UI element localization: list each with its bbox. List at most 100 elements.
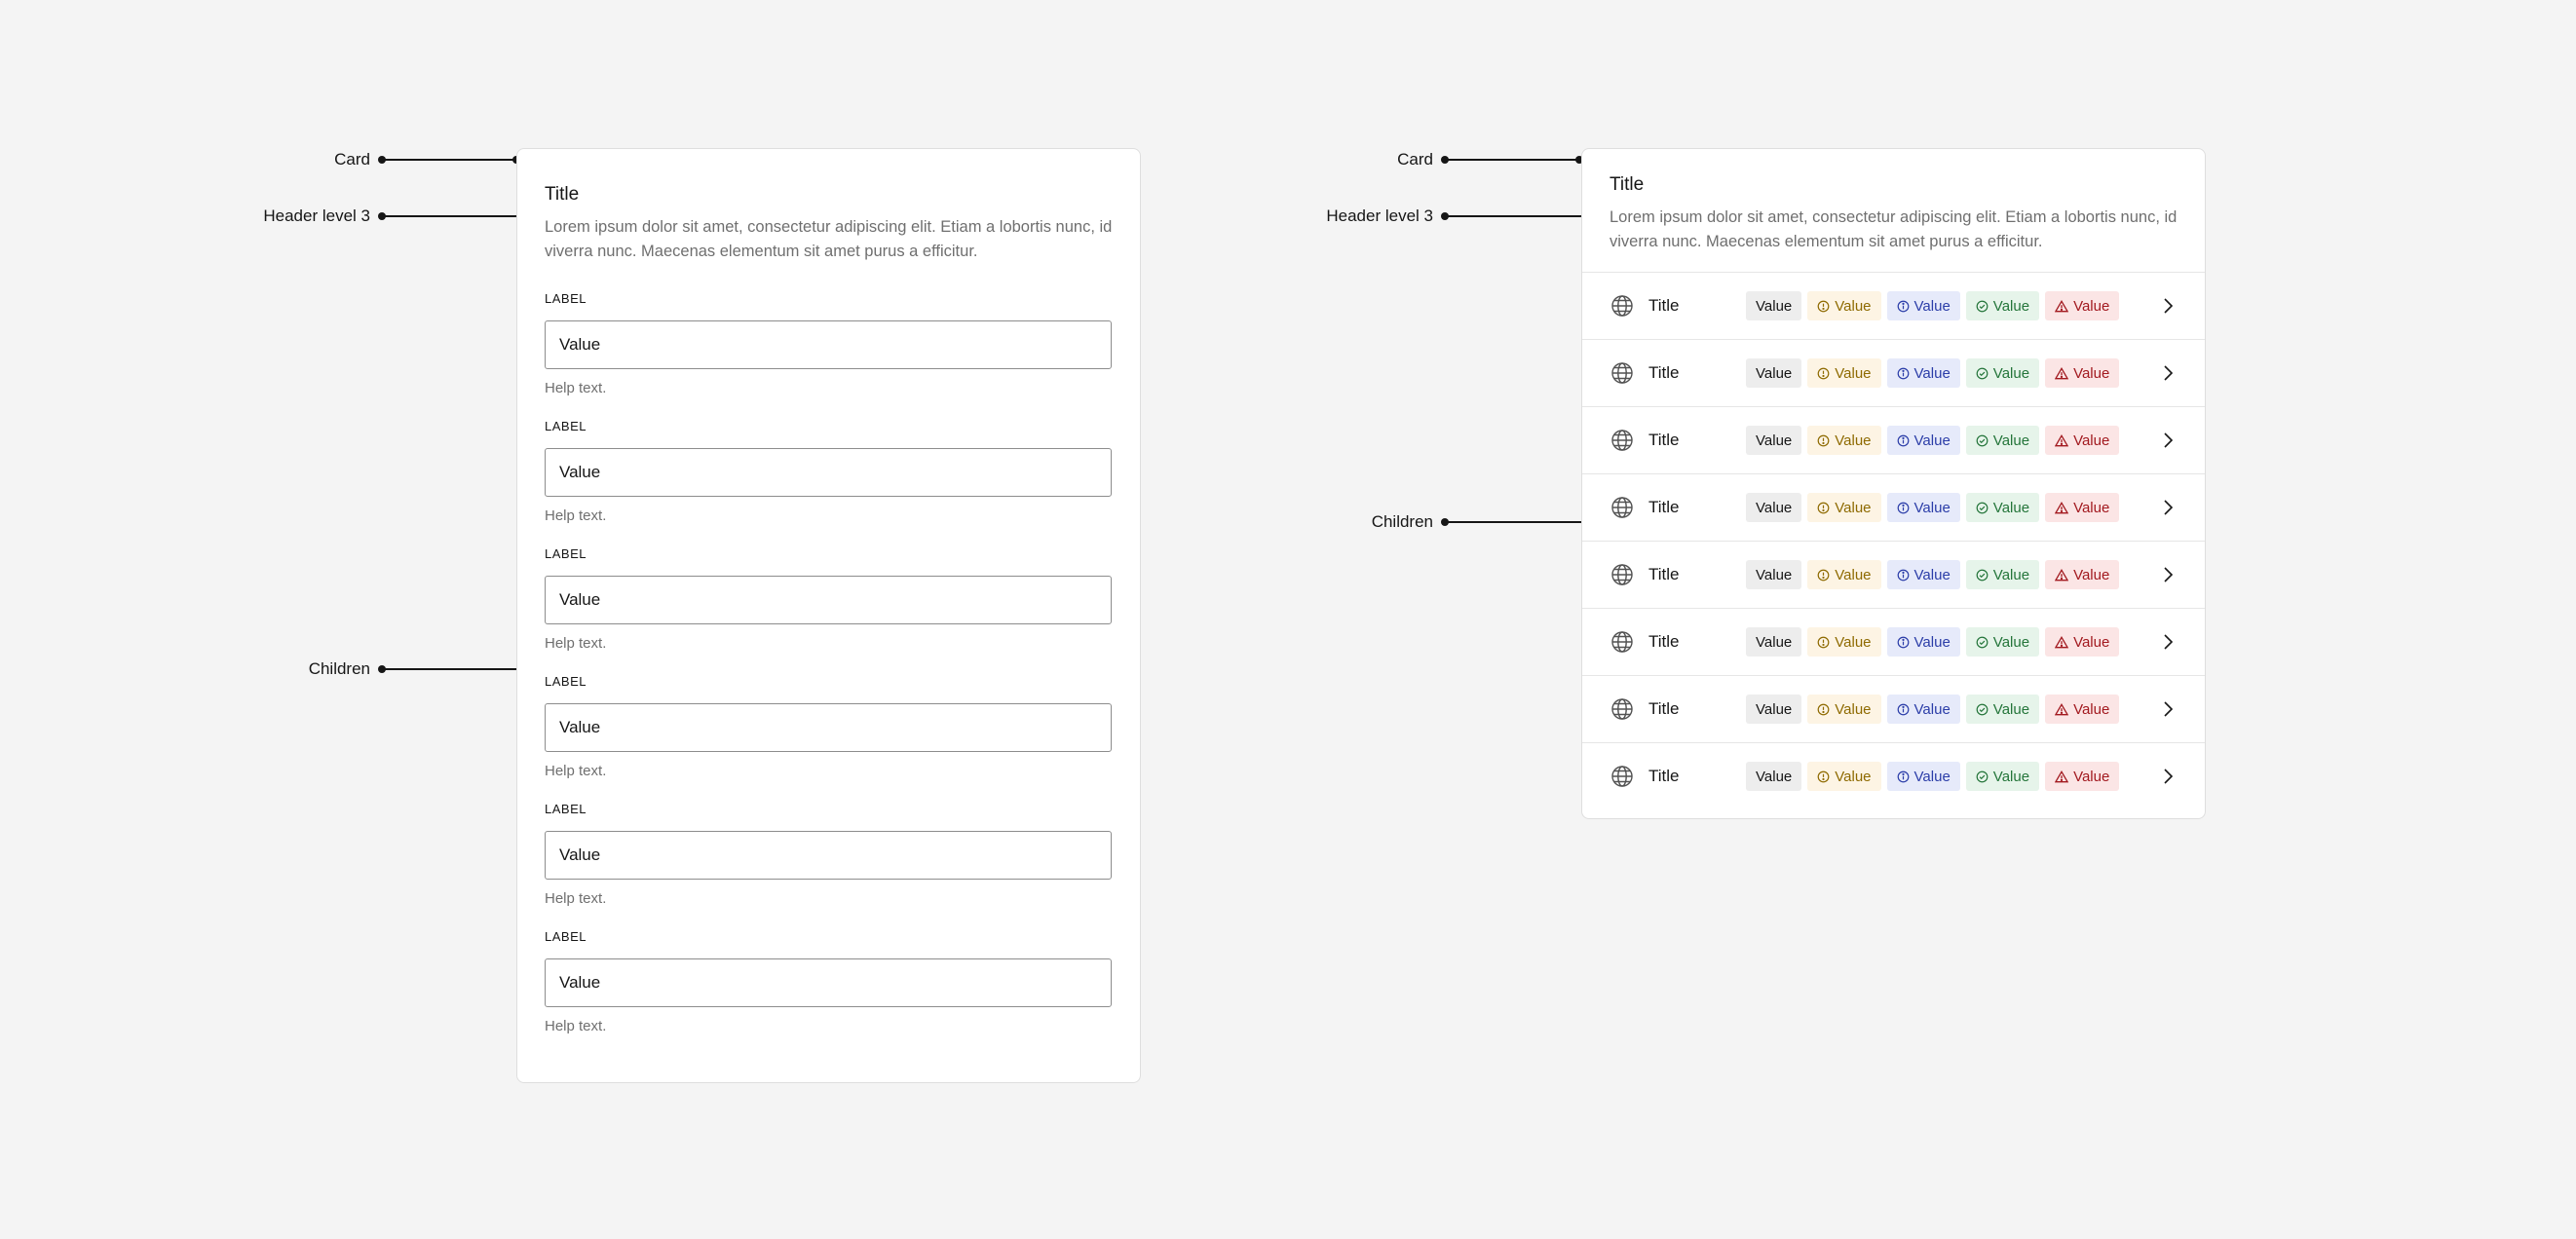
globe-icon <box>1610 629 1635 655</box>
tag-neutral: Value <box>1746 358 1802 388</box>
globe-icon <box>1610 495 1635 520</box>
annotation-label: Header level 3 <box>1326 206 1433 225</box>
tag-error: Value <box>2045 358 2120 388</box>
clock-icon <box>1817 636 1830 648</box>
tag-neutral: Value <box>1746 695 1802 724</box>
tag-group: Value Value Value Value Value <box>1746 695 2120 724</box>
text-input[interactable] <box>545 448 1112 497</box>
list-item[interactable]: Title Value Value Value Value Value <box>1582 272 2205 339</box>
warning-triangle-icon <box>2055 702 2069 715</box>
tag-info: Value <box>1886 560 1960 589</box>
tag-info: Value <box>1886 426 1960 455</box>
tag-warning: Value <box>1807 695 1881 724</box>
tag-label: Value <box>1756 499 1793 516</box>
list-item[interactable]: Title Value Value Value Value Value <box>1582 473 2205 541</box>
help-text: Help text. <box>545 507 607 524</box>
card-title: Title <box>545 184 580 205</box>
warning-triangle-icon <box>2055 770 2069 782</box>
tag-label: Value <box>1835 297 1872 315</box>
annotation-label: Card <box>334 150 370 169</box>
list-item-title: Title <box>1648 363 1680 382</box>
list-item[interactable]: Title Value Value Value Value Value <box>1582 541 2205 608</box>
tag-label: Value <box>2073 633 2110 651</box>
card-header: Title Lorem ipsum dolor sit amet, consec… <box>517 149 1140 264</box>
list-item[interactable]: Title Value Value Value Value Value <box>1582 742 2205 809</box>
info-icon <box>1897 502 1909 513</box>
help-text: Help text. <box>545 763 607 779</box>
list-item-title: Title <box>1648 296 1680 315</box>
globe-icon <box>1610 293 1635 319</box>
tag-label: Value <box>1992 700 2030 718</box>
chevron-right-icon[interactable] <box>2158 363 2178 383</box>
tag-info: Value <box>1886 695 1960 724</box>
tag-label: Value <box>1756 768 1793 785</box>
text-input[interactable] <box>545 320 1112 369</box>
warning-triangle-icon <box>2055 635 2069 648</box>
help-text: Help text. <box>545 1018 607 1034</box>
tag-label: Value <box>1913 566 1951 583</box>
list-rows: Title Value Value Value Value Value Titl… <box>1582 272 2205 809</box>
tag-group: Value Value Value Value Value <box>1746 762 2120 791</box>
text-input[interactable] <box>545 958 1112 1007</box>
tag-label: Value <box>1913 432 1951 449</box>
text-input[interactable] <box>545 831 1112 880</box>
tag-label: Value <box>1756 364 1793 382</box>
annotation-dot <box>378 212 386 220</box>
clock-icon <box>1817 502 1830 513</box>
info-icon <box>1897 569 1909 581</box>
tag-success: Value <box>1965 627 2040 657</box>
annotation-card-left: Card <box>334 150 520 169</box>
form-fields: LABEL Help text. LABEL Help text. LABEL … <box>517 291 1140 1035</box>
form-field: LABEL Help text. <box>545 291 1113 397</box>
text-input[interactable] <box>545 576 1112 624</box>
chevron-right-icon[interactable] <box>2158 498 2178 517</box>
form-card: Title Lorem ipsum dolor sit amet, consec… <box>516 148 1141 1083</box>
chevron-right-icon[interactable] <box>2158 296 2178 316</box>
check-circle-icon <box>1976 636 1989 648</box>
chevron-right-icon[interactable] <box>2158 565 2178 584</box>
chevron-right-icon[interactable] <box>2158 431 2178 450</box>
list-item[interactable]: Title Value Value Value Value Value <box>1582 339 2205 406</box>
form-field: LABEL Help text. <box>545 802 1113 908</box>
tag-label: Value <box>1913 633 1951 651</box>
clock-icon <box>1817 770 1830 782</box>
tag-group: Value Value Value Value Value <box>1746 291 2120 320</box>
tag-neutral: Value <box>1746 627 1802 657</box>
list-item[interactable]: Title Value Value Value Value Value <box>1582 608 2205 675</box>
check-circle-icon <box>1976 434 1989 446</box>
tag-group: Value Value Value Value Value <box>1746 560 2120 589</box>
tag-label: Value <box>1992 432 2030 449</box>
field-label: LABEL <box>545 419 587 433</box>
warning-triangle-icon <box>2055 433 2069 446</box>
text-input[interactable] <box>545 703 1112 752</box>
warning-triangle-icon <box>2055 299 2069 312</box>
tag-success: Value <box>1965 358 2040 388</box>
tag-label: Value <box>1756 700 1793 718</box>
tag-warning: Value <box>1807 358 1881 388</box>
card-title: Title <box>1610 174 1645 195</box>
chevron-right-icon[interactable] <box>2158 632 2178 652</box>
help-text: Help text. <box>545 635 607 652</box>
tag-group: Value Value Value Value Value <box>1746 493 2120 522</box>
check-circle-icon <box>1976 367 1989 379</box>
list-card: Title Lorem ipsum dolor sit amet, consec… <box>1581 148 2206 819</box>
tag-label: Value <box>1835 633 1872 651</box>
list-item[interactable]: Title Value Value Value Value Value <box>1582 675 2205 742</box>
tag-label: Value <box>1913 364 1951 382</box>
tag-success: Value <box>1965 493 2040 522</box>
annotation-label: Card <box>1397 150 1433 169</box>
card-description: Lorem ipsum dolor sit amet, consectetur … <box>545 218 1113 260</box>
globe-icon <box>1610 562 1635 587</box>
clock-icon <box>1817 300 1830 312</box>
chevron-right-icon[interactable] <box>2158 699 2178 719</box>
tag-error: Value <box>2045 493 2120 522</box>
tag-label: Value <box>1835 499 1872 516</box>
form-field: LABEL Help text. <box>545 929 1113 1035</box>
list-item[interactable]: Title Value Value Value Value Value <box>1582 406 2205 473</box>
annotation-dot <box>378 156 386 164</box>
globe-icon <box>1610 696 1635 722</box>
tag-label: Value <box>1756 432 1793 449</box>
tag-label: Value <box>2073 768 2110 785</box>
chevron-right-icon[interactable] <box>2158 767 2178 786</box>
tag-error: Value <box>2045 695 2120 724</box>
